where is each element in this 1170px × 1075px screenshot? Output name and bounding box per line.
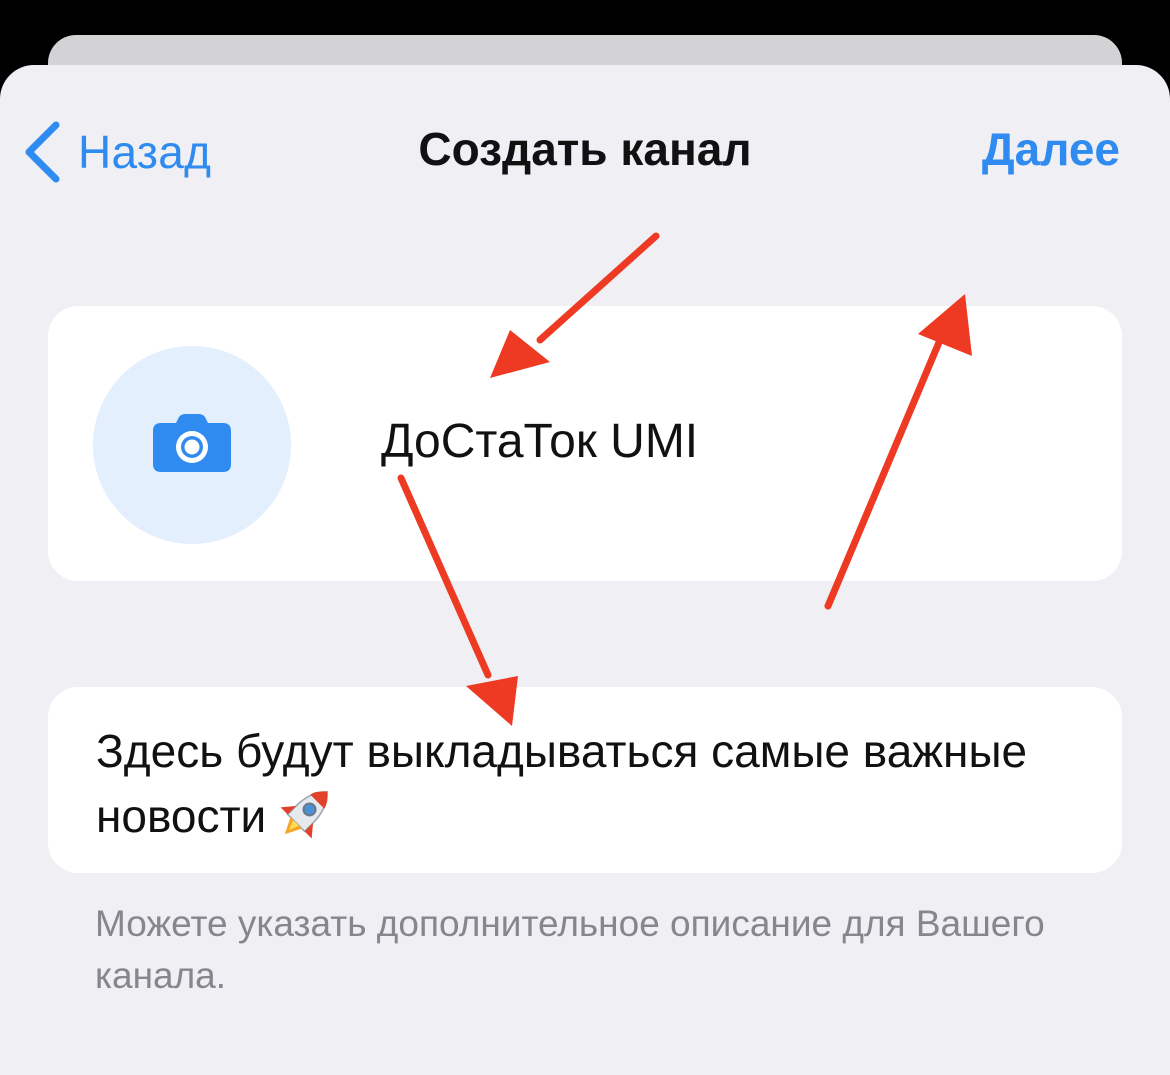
channel-description-input[interactable]: Здесь будут выкладываться самые важные н… bbox=[96, 721, 1076, 859]
channel-info-card bbox=[48, 306, 1122, 581]
channel-name-input[interactable] bbox=[381, 414, 1081, 469]
camera-icon bbox=[153, 413, 231, 477]
description-hint: Можете указать дополнительное описание д… bbox=[95, 903, 1045, 996]
channel-description-card[interactable]: Здесь будут выкладываться самые важные н… bbox=[48, 687, 1122, 873]
rocket-emoji-icon bbox=[274, 781, 338, 859]
channel-photo-button[interactable] bbox=[93, 346, 291, 544]
next-button[interactable]: Далее bbox=[982, 122, 1120, 176]
channel-description-text: Здесь будут выкладываться самые важные н… bbox=[96, 725, 1028, 843]
